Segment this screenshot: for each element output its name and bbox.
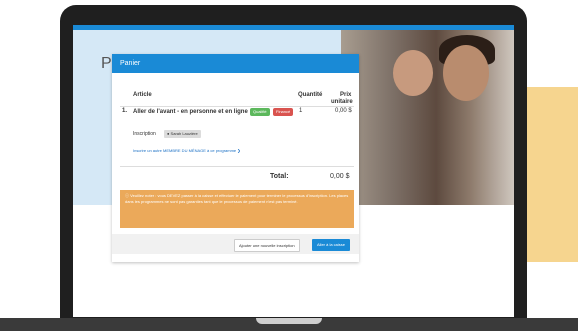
total-value: 0,00 $: [330, 173, 350, 180]
checkout-button[interactable]: Aller à la caisse: [312, 239, 351, 251]
add-member-link[interactable]: Inscrire un autre MEMBRE DU MÉNAGE à ce …: [133, 148, 241, 153]
total-divider: [120, 166, 354, 167]
item-price: 0,00 $: [335, 108, 352, 114]
laptop-notch: [256, 318, 322, 324]
cart-panel: Panier: [112, 54, 359, 262]
table-divider: [120, 106, 354, 107]
payment-notice: ⓘ Veuillez noter : vous DEVEZ passer à l…: [120, 190, 354, 228]
column-price-unit: unitaire: [331, 99, 353, 105]
add-member-link-text: Inscrire un autre MEMBRE DU MÉNAGE à ce …: [133, 148, 237, 153]
column-price: Prix: [340, 92, 352, 98]
chevron-right-icon: ❯: [237, 148, 241, 153]
add-inscription-button[interactable]: Ajouter une nouvelle inscription: [234, 239, 300, 252]
decorative-card: [522, 87, 578, 262]
panel-title: Panier: [112, 54, 359, 73]
item-number: 1.: [122, 108, 128, 114]
photo-person: [393, 50, 433, 96]
info-icon: ⓘ: [125, 193, 129, 198]
item-name: Aller de l'avant - en personne et en lig…: [133, 109, 248, 115]
column-article: Article: [133, 92, 152, 98]
inscription-label: Inscription: [133, 131, 156, 137]
qualified-badge: Qualifié: [250, 108, 270, 116]
photo-person: [443, 45, 489, 101]
inscription-person: ● Sarah Lauzière: [164, 130, 201, 138]
inscription-person-name: Sarah Lauzière: [170, 131, 198, 136]
user-icon: ●: [167, 131, 170, 136]
notice-text: Veuillez noter : vous DEVEZ passer à la …: [125, 193, 349, 204]
item-quantity: 1: [299, 108, 303, 114]
column-quantity: Quantité: [298, 92, 323, 98]
funded-badge: Financé: [273, 108, 294, 116]
total-label: Total:: [270, 173, 289, 180]
